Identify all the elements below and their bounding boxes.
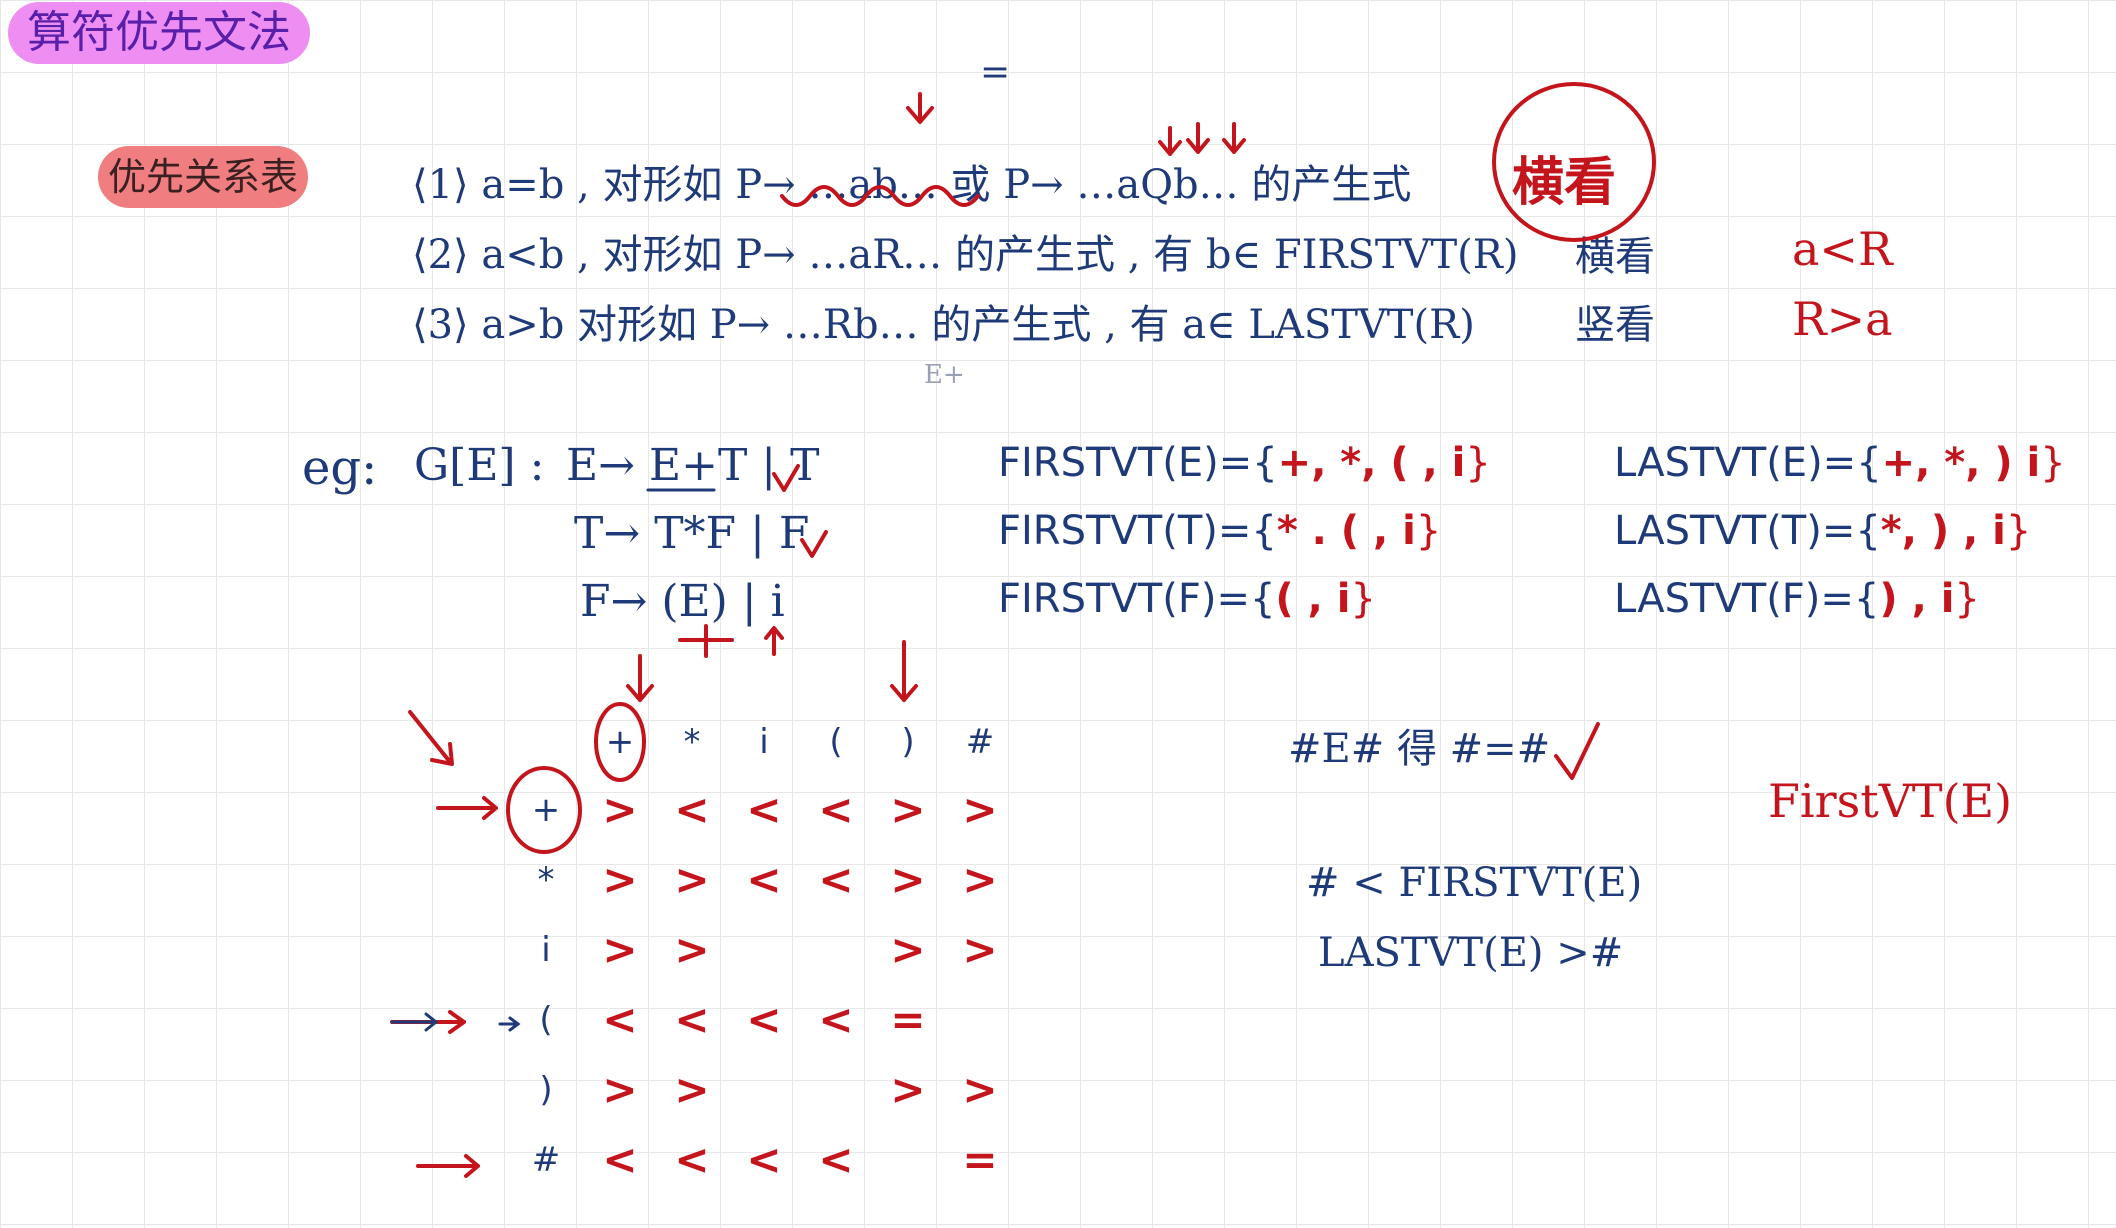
arrow-diagonal bbox=[408, 710, 454, 766]
arrow-up-i bbox=[764, 626, 784, 656]
check-mark-2 bbox=[800, 530, 828, 558]
check-mark-3 bbox=[1554, 722, 1600, 780]
check-mark-1 bbox=[772, 464, 800, 492]
arrow-down-aqb-1 bbox=[1158, 126, 1182, 156]
arrow-down-aqb-2 bbox=[1186, 122, 1210, 154]
arrow-right-small bbox=[498, 1016, 521, 1032]
heng-kan-circle bbox=[1492, 82, 1656, 242]
arrow-down-col-rparen bbox=[890, 640, 918, 702]
arrow-down-col-plus bbox=[626, 654, 654, 702]
arrow-right-row-hash bbox=[416, 1154, 480, 1178]
plus-header-circle bbox=[594, 702, 646, 782]
strike-mark bbox=[678, 624, 734, 658]
arrow-right-blue bbox=[390, 1012, 439, 1032]
arrow-down-ab bbox=[906, 92, 934, 124]
wavy-underline bbox=[780, 185, 980, 207]
arrow-right-row-plus bbox=[436, 796, 498, 820]
arrow-down-aqb-3 bbox=[1222, 122, 1246, 154]
annotation-layer bbox=[390, 82, 1656, 1178]
plus-row-circle bbox=[506, 766, 582, 854]
